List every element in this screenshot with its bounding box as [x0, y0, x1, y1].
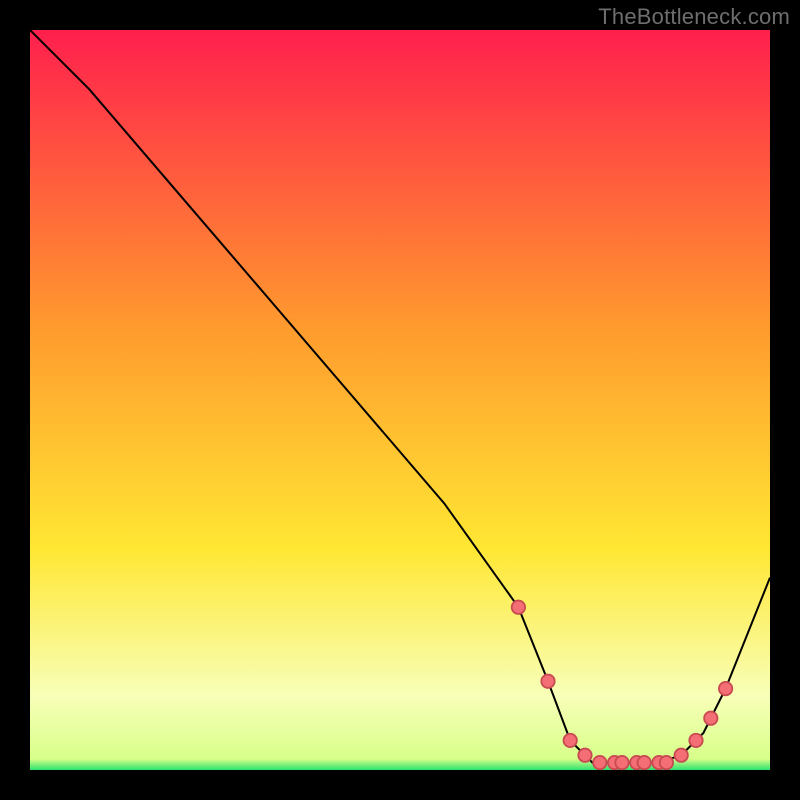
watermark-text: TheBottleneck.com: [598, 4, 790, 30]
marker-dot: [564, 734, 577, 747]
marker-dot: [660, 756, 673, 769]
marker-dot: [638, 756, 651, 769]
marker-dot: [615, 756, 628, 769]
marker-dot: [512, 601, 525, 614]
marker-dot: [578, 749, 591, 762]
marker-dot: [704, 712, 717, 725]
gradient-background: [30, 30, 770, 770]
marker-dot: [719, 682, 732, 695]
chart-stage: TheBottleneck.com: [0, 0, 800, 800]
marker-dot: [689, 734, 702, 747]
marker-dot: [675, 749, 688, 762]
chart-svg: [30, 30, 770, 770]
marker-dot: [541, 675, 554, 688]
marker-dot: [593, 756, 606, 769]
